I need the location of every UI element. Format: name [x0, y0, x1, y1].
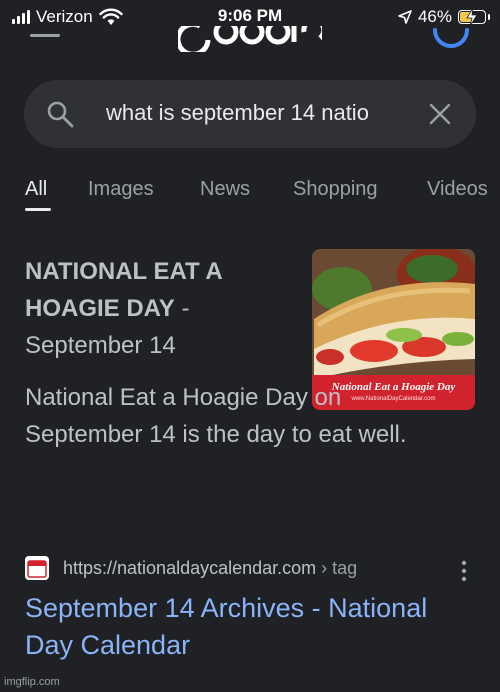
- battery-icon: [458, 8, 486, 26]
- more-vert-icon[interactable]: [459, 560, 469, 582]
- snippet-text: National Eat a Hoagie Day on September 1…: [25, 384, 407, 448]
- search-tabs: All Images News Shopping Videos: [0, 172, 500, 216]
- snippet-title-dash: -: [174, 295, 190, 322]
- snippet-title: NATIONAL EAT A HOAGIE DAY - September 14: [25, 253, 305, 364]
- search-icon[interactable]: [46, 100, 74, 128]
- tab-news[interactable]: News: [200, 178, 250, 201]
- tab-all[interactable]: All: [25, 178, 47, 201]
- result-path: › tag: [316, 558, 358, 578]
- search-input[interactable]: what is september 14 natio: [106, 100, 430, 126]
- watermark: imgflip.com: [4, 676, 60, 688]
- battery-percent: 46%: [417, 7, 452, 26]
- account-icon[interactable]: [432, 26, 470, 48]
- google-logo-icon[interactable]: [178, 26, 322, 52]
- snippet-date: September 14: [25, 332, 176, 359]
- search-box[interactable]: what is september 14 natio: [24, 80, 476, 148]
- result-title-link[interactable]: September 14 Archives - National Day Cal…: [25, 590, 465, 664]
- location-arrow-icon: [398, 10, 412, 24]
- result-domain[interactable]: https://nationaldaycalendar.com: [63, 558, 316, 578]
- result-source[interactable]: https://nationaldaycalendar.com › tag: [25, 556, 485, 586]
- tab-shopping[interactable]: Shopping: [293, 178, 378, 201]
- menu-icon[interactable]: [30, 34, 60, 37]
- header: [0, 26, 500, 52]
- result-url[interactable]: https://nationaldaycalendar.com › tag: [63, 558, 357, 579]
- close-icon[interactable]: [428, 102, 452, 126]
- active-tab-indicator: [25, 208, 51, 211]
- snippet-title-bold: NATIONAL EAT A HOAGIE DAY: [25, 258, 222, 322]
- favicon-icon: [25, 556, 49, 580]
- tab-videos[interactable]: Videos: [427, 178, 488, 201]
- tab-images[interactable]: Images: [88, 178, 154, 201]
